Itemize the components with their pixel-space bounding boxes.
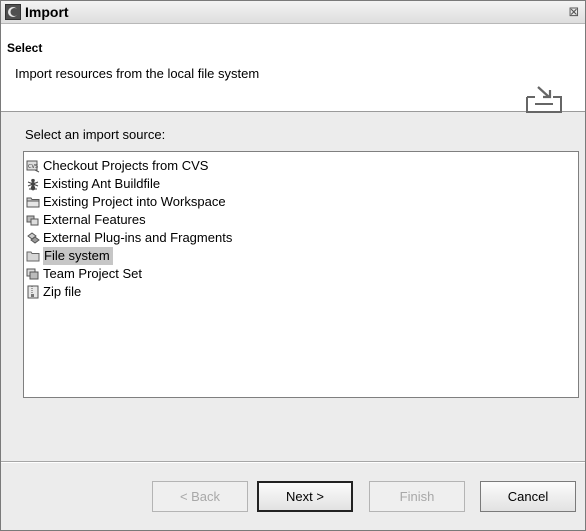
title-bar: Import ⊠	[1, 1, 585, 24]
window-title: Import	[25, 4, 69, 20]
button-bar-separator	[1, 461, 585, 463]
list-item-label: File system	[43, 247, 113, 265]
list-item-label: Zip file	[43, 284, 82, 299]
list-item-external-features[interactable]: External Features	[26, 211, 146, 229]
finish-button[interactable]: Finish	[369, 481, 465, 512]
team-project-set-icon	[26, 268, 39, 280]
list-item-label: Existing Project into Workspace	[43, 194, 226, 209]
import-dialog: Import ⊠ Select Import resources from th…	[0, 0, 586, 531]
list-item-cvs[interactable]: CVS Checkout Projects from CVS	[26, 157, 208, 175]
eclipse-icon	[5, 4, 21, 20]
wizard-banner: Select Import resources from the local f…	[1, 24, 585, 113]
folder-icon	[26, 251, 40, 262]
import-wizard-icon	[526, 86, 562, 113]
features-icon	[26, 215, 39, 226]
list-item-label: External Plug-ins and Fragments	[43, 230, 233, 245]
list-item-zip-file[interactable]: Zip file	[26, 283, 81, 301]
list-item-label: Checkout Projects from CVS	[43, 158, 209, 173]
page-title: Select	[7, 41, 43, 55]
list-item-file-system[interactable]: File system	[26, 247, 113, 265]
list-item-existing-project[interactable]: Existing Project into Workspace	[26, 193, 226, 211]
cancel-button[interactable]: Cancel	[480, 481, 576, 512]
plugins-icon	[27, 232, 40, 244]
page-description: Import resources from the local file sys…	[15, 66, 260, 81]
list-item-label: Existing Ant Buildfile	[43, 176, 161, 191]
list-item-ant[interactable]: Existing Ant Buildfile	[26, 175, 160, 193]
list-item-label: External Features	[43, 212, 146, 227]
import-source-label: Select an import source:	[25, 127, 166, 142]
list-item-team-project-set[interactable]: Team Project Set	[26, 265, 142, 283]
next-button[interactable]: Next >	[257, 481, 353, 512]
ant-icon	[27, 178, 39, 191]
list-item-label: Team Project Set	[43, 266, 142, 281]
zip-file-icon	[27, 285, 39, 299]
list-item-external-plugins[interactable]: External Plug-ins and Fragments	[26, 229, 232, 247]
back-button[interactable]: < Back	[152, 481, 248, 512]
svg-text:CVS: CVS	[28, 164, 38, 170]
cvs-checkout-icon: CVS	[26, 160, 40, 173]
import-source-list[interactable]: CVS Checkout Projects from CVS Existing …	[23, 151, 579, 398]
project-folder-icon	[26, 197, 40, 208]
close-button[interactable]: ⊠	[567, 5, 581, 19]
